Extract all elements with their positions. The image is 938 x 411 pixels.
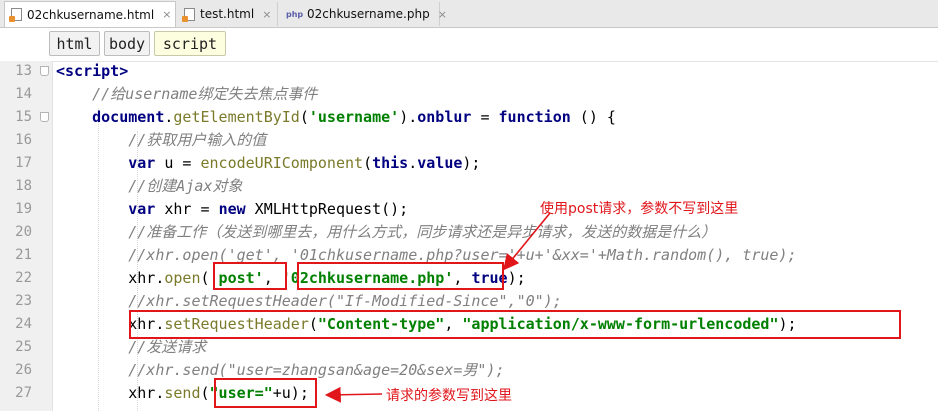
annotation-send-note: 请求的参数写到这里 [386, 388, 512, 404]
arrow-to-open-call [502, 212, 551, 271]
annotation-arrows [324, 212, 551, 403]
arrow-to-send-call [324, 386, 383, 403]
annotation-post-note: 使用post请求，参数不写到这里 [540, 201, 739, 217]
